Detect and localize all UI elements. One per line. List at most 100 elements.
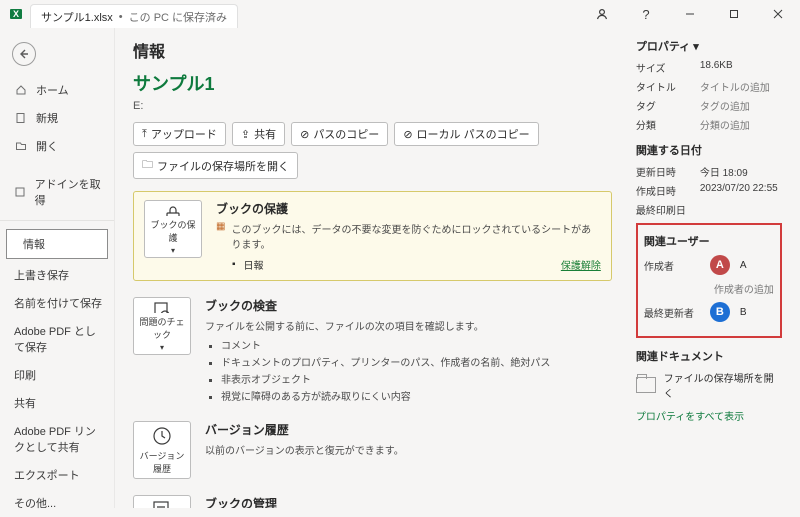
title-saved-status: この PC に保存済み: [129, 9, 227, 25]
nav-home[interactable]: ホーム: [0, 76, 114, 104]
inspect-desc: ファイルを公開する前に、ファイルの次の項目を確認します。: [205, 318, 612, 333]
page-title: 情報: [133, 38, 612, 62]
upload-button[interactable]: ⤒ アップロード: [133, 122, 226, 146]
nav-other-label: その他...: [14, 495, 56, 511]
account-icon[interactable]: [580, 0, 624, 28]
nav-info-label: 情報: [23, 236, 45, 252]
tag-add[interactable]: タグの追加: [700, 98, 750, 113]
docs-heading: 関連ドキュメント: [636, 348, 782, 364]
openloc-button[interactable]: 🗀ファイルの保存場所を開く: [133, 152, 298, 179]
minimize-button[interactable]: [668, 0, 712, 28]
lock-icon: [162, 203, 184, 216]
copylocal-button[interactable]: ⊘ローカル パスのコピー: [394, 122, 538, 146]
brick-icon: ▦: [216, 221, 225, 232]
protect-sheet: 日報: [244, 257, 264, 272]
nav-new[interactable]: 新規: [0, 104, 114, 132]
manage-heading: ブックの管理: [205, 495, 612, 508]
title-filename: サンプル1.xlsx: [41, 9, 113, 25]
copypath-label: パスのコピー: [313, 126, 379, 142]
tag-key: タグ: [636, 98, 700, 113]
help-icon[interactable]: ?: [624, 0, 668, 28]
open-icon: [14, 139, 28, 153]
version-tile[interactable]: バージョン履歴: [133, 421, 191, 479]
upload-icon: ⤒: [142, 128, 147, 141]
size-key: サイズ: [636, 60, 700, 75]
bullet-icon: ▪: [232, 259, 236, 270]
nav-adobepdf-label: Adobe PDF として保存: [14, 323, 104, 355]
nav-export-label: エクスポート: [14, 467, 80, 483]
protect-tile-label: ブックの保護: [147, 218, 199, 244]
props-heading[interactable]: プロパティ ▾: [636, 38, 782, 54]
share-icon: ⇪: [241, 128, 250, 141]
nav-saveas[interactable]: 名前を付けて保存: [0, 289, 114, 317]
excel-icon: X: [0, 6, 30, 22]
share-button[interactable]: ⇪共有: [232, 122, 285, 146]
nav-addins[interactable]: アドインを取得: [0, 170, 114, 214]
chevron-down-icon: ▾: [693, 41, 699, 53]
doc-path: E:: [133, 100, 612, 112]
protect-tile[interactable]: ブックの保護▾: [144, 200, 202, 258]
svg-text:X: X: [13, 9, 19, 19]
inspect-heading: ブックの検査: [205, 297, 612, 314]
protect-desc: このブックには、データの不要な変更を防ぐためにロックされているシートがあります。: [231, 221, 600, 251]
home-icon: [14, 83, 28, 97]
inspect-item: ドキュメントのプロパティ、プリンターのパス、作成者の名前、絶対パス: [221, 354, 612, 369]
upd-value: 今日 18:09: [700, 164, 748, 179]
new-icon: [14, 111, 28, 125]
inspect-item: コメント: [221, 337, 612, 352]
title-add[interactable]: タイトルの追加: [700, 79, 770, 94]
avatar: B: [710, 302, 730, 322]
openloc-label: ファイルの保存場所を開く: [157, 158, 289, 174]
inspect-icon: [151, 300, 173, 313]
doc-title: サンプル1: [133, 70, 612, 96]
open-folder-row[interactable]: ファイルの保存場所を開く: [636, 370, 782, 400]
nav-addins-label: アドインを取得: [35, 176, 104, 208]
nav-info[interactable]: 情報: [6, 229, 108, 259]
nav-adobelink[interactable]: Adobe PDF リンクとして共有: [0, 417, 114, 461]
nav-other[interactable]: その他...: [0, 489, 114, 517]
show-all-properties[interactable]: プロパティをすべて表示: [636, 408, 782, 423]
content-area: 情報 サンプル1 E: ⤒アップロード ⇪共有 ⊘パスのコピー ⊘ローカル パス…: [115, 28, 800, 508]
folder-icon: 🗀: [142, 156, 153, 175]
nav-export[interactable]: エクスポート: [0, 461, 114, 489]
inspect-item: 視覚に障碍のある方が読み取りにくい内容: [221, 388, 612, 403]
back-button[interactable]: [12, 42, 36, 66]
folder-icon: [636, 377, 656, 393]
upload-label: アップロード: [151, 126, 217, 142]
nav-adobepdf[interactable]: Adobe PDF として保存: [0, 317, 114, 361]
dates-heading: 関連する日付: [636, 142, 782, 158]
maximize-button[interactable]: [712, 0, 756, 28]
create-key: 作成日時: [636, 183, 700, 198]
nav-share[interactable]: 共有: [0, 389, 114, 417]
mod-name: B: [740, 307, 747, 318]
author-name: A: [740, 260, 747, 271]
nav-adobelink-label: Adobe PDF リンクとして共有: [14, 423, 104, 455]
link-icon: ⊘: [403, 128, 412, 141]
mod-key: 最終更新者: [644, 305, 700, 320]
inspect-tile[interactable]: 問題のチェック▾: [133, 297, 191, 355]
titlebar: X サンプル1.xlsx • この PC に保存済み ?: [0, 0, 800, 28]
cat-add[interactable]: 分類の追加: [700, 117, 750, 132]
manage-tile[interactable]: ブックの管理▾: [133, 495, 191, 508]
nav-open[interactable]: 開く: [0, 132, 114, 160]
close-button[interactable]: [756, 0, 800, 28]
copypath-button[interactable]: ⊘パスのコピー: [291, 122, 388, 146]
unprotect-link[interactable]: 保護解除: [561, 257, 601, 272]
manage-icon: [151, 498, 173, 508]
version-desc: 以前のバージョンの表示と復元ができます。: [205, 442, 612, 457]
protect-box: ブックの保護▾ ブックの保護 ▦ このブックには、データの不要な変更を防ぐためにロ…: [133, 191, 612, 281]
author-key: 作成者: [644, 258, 700, 273]
cat-key: 分類: [636, 117, 700, 132]
history-icon: [151, 425, 173, 447]
addins-icon: [14, 185, 27, 199]
properties-panel: プロパティ ▾ サイズ18.6KB タイトルタイトルの追加 タグタグの追加 分類…: [636, 38, 782, 498]
action-buttons: ⤒アップロード ⇪共有 ⊘パスのコピー ⊘ローカル パスのコピー 🗀ファイルの保…: [133, 122, 612, 179]
nav-save[interactable]: 上書き保存: [0, 261, 114, 289]
nav-print-label: 印刷: [14, 367, 36, 383]
avatar: A: [710, 255, 730, 275]
size-value: 18.6KB: [700, 60, 733, 75]
nav-open-label: 開く: [36, 138, 58, 154]
window-title-tab[interactable]: サンプル1.xlsx • この PC に保存済み: [30, 4, 238, 28]
nav-print[interactable]: 印刷: [0, 361, 114, 389]
add-author[interactable]: 作成者の追加: [714, 281, 774, 296]
